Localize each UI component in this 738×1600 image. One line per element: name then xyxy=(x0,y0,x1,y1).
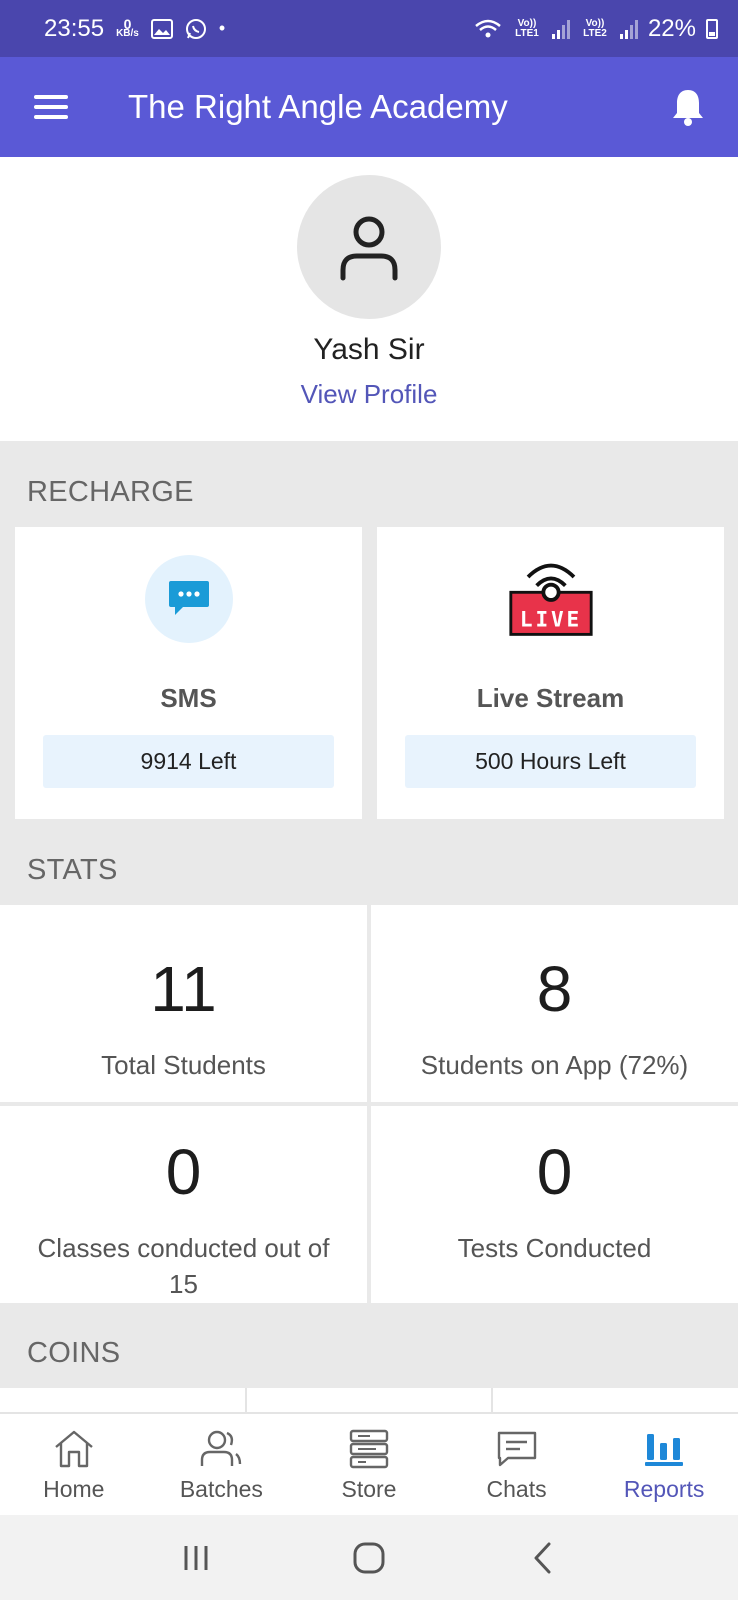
sms-card-title: SMS xyxy=(160,683,217,713)
profile-section: Yash Sir View Profile xyxy=(0,157,738,441)
sms-remaining-pill[interactable]: 9914 Left xyxy=(43,735,334,788)
app-title: The Right Angle Academy xyxy=(128,88,508,125)
stat-value: 8 xyxy=(536,953,573,1025)
home-button-icon[interactable] xyxy=(339,1528,399,1588)
stat-value: 0 xyxy=(536,1136,573,1208)
nav-item-home[interactable]: Home xyxy=(0,1414,148,1515)
nav-item-store[interactable]: Store xyxy=(295,1414,443,1515)
stats-section-label: STATS xyxy=(27,854,118,886)
chats-icon xyxy=(497,1431,536,1467)
live-badge-text: LIVE xyxy=(519,607,581,632)
app-bar: The Right Angle Academy xyxy=(0,57,738,157)
coins-cards-strip xyxy=(0,1388,738,1412)
live-stream-remaining-pill[interactable]: 500 Hours Left xyxy=(405,735,696,788)
stat-label: Total Students xyxy=(101,1050,266,1080)
sim1-signal-icon xyxy=(551,19,570,39)
profile-name: Yash Sir xyxy=(313,333,425,366)
sim1-label: Vo)) LTE1 xyxy=(515,17,539,39)
stat-label: Students on App (72%) xyxy=(420,1050,689,1080)
stat-students-on-app: 8 Students on App (72%) xyxy=(371,905,738,1102)
screen: 23:55 0 KB/s • Vo)) LTE1 Vo)) LTE2 22% T… xyxy=(0,0,738,1600)
avatar[interactable] xyxy=(297,175,441,319)
nav-label-batches: Batches xyxy=(179,1476,263,1502)
nav-label-reports: Reports xyxy=(623,1476,705,1502)
stat-label: Classes conducted out of 15 xyxy=(37,1233,330,1299)
gallery-icon xyxy=(150,18,173,39)
wifi-icon xyxy=(475,19,501,37)
whatsapp-icon xyxy=(185,18,206,39)
recharge-section-label: RECHARGE xyxy=(27,476,194,508)
nav-label-home: Home xyxy=(43,1476,105,1502)
network-speed: 0 KB/s xyxy=(116,17,139,39)
nav-item-chats[interactable]: Chats xyxy=(443,1414,591,1515)
status-time: 23:55 xyxy=(44,14,105,42)
notification-dot-icon: • xyxy=(218,18,226,38)
nav-label-store: Store xyxy=(341,1476,397,1502)
sms-recharge-card[interactable]: SMS 9914 Left xyxy=(15,527,362,819)
live-stream-icon: LIVE xyxy=(507,555,595,643)
notification-bell-icon[interactable] xyxy=(668,86,708,128)
view-profile-link[interactable]: View Profile xyxy=(301,379,438,410)
live-stream-recharge-card[interactable]: LIVE Live Stream 500 Hours Left xyxy=(377,527,724,819)
back-icon[interactable] xyxy=(512,1528,572,1588)
stat-value: 11 xyxy=(150,953,217,1025)
user-icon xyxy=(340,216,398,281)
network-speed-unit: KB/s xyxy=(116,27,139,39)
status-bar: 23:55 0 KB/s • Vo)) LTE1 Vo)) LTE2 22% xyxy=(0,0,738,57)
battery-percent: 22% xyxy=(647,14,696,42)
sms-bubble-icon xyxy=(168,581,209,615)
nav-label-chats: Chats xyxy=(486,1476,547,1502)
stat-tests-conducted: 0 Tests Conducted xyxy=(371,1106,738,1303)
stat-classes-conducted: 0 Classes conducted out of 15 xyxy=(0,1106,367,1303)
stat-value: 0 xyxy=(165,1136,202,1208)
sms-icon-circle xyxy=(144,555,233,643)
menu-icon[interactable] xyxy=(34,95,68,119)
live-stream-card-title: Live Stream xyxy=(476,683,625,713)
store-icon xyxy=(349,1429,389,1469)
system-nav-bar xyxy=(0,1515,738,1600)
nav-item-reports[interactable]: Reports xyxy=(590,1414,738,1515)
batches-icon xyxy=(201,1430,242,1466)
sim2-signal-icon xyxy=(619,19,638,39)
sim2-label: Vo)) LTE2 xyxy=(583,17,607,39)
stat-label: Tests Conducted xyxy=(457,1233,652,1263)
reports-icon xyxy=(645,1434,684,1466)
nav-item-batches[interactable]: Batches xyxy=(148,1414,296,1515)
recent-apps-icon[interactable] xyxy=(166,1528,226,1588)
stat-total-students: 11 Total Students xyxy=(0,905,367,1102)
home-icon xyxy=(55,1430,93,1468)
bottom-nav: Home Batches Store Chats Reports xyxy=(0,1412,738,1515)
coins-section-label: COINS xyxy=(27,1337,121,1369)
battery-icon xyxy=(706,18,718,39)
